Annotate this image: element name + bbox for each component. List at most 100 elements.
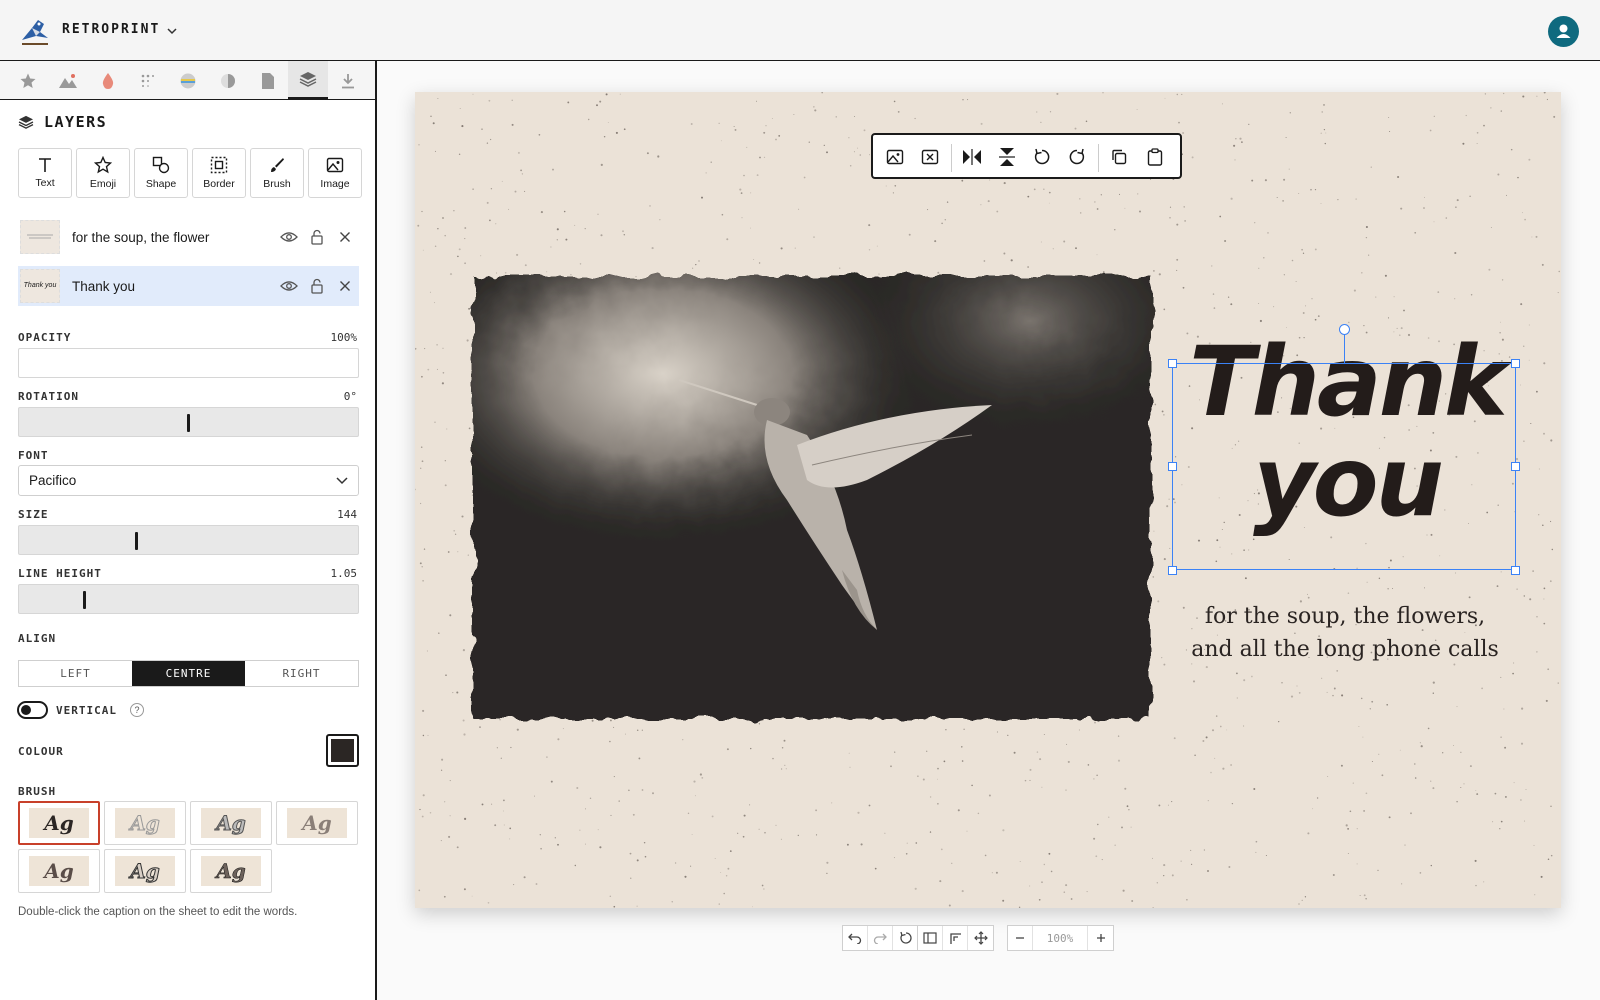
drop-icon bbox=[102, 72, 114, 89]
panel-toggle-icon[interactable] bbox=[918, 926, 943, 950]
add-shape-button[interactable]: Shape bbox=[134, 148, 188, 198]
resize-handle[interactable] bbox=[1168, 566, 1177, 575]
rotation-slider-thumb[interactable] bbox=[187, 414, 190, 432]
download-icon bbox=[342, 73, 354, 88]
add-brush-button[interactable]: Brush bbox=[250, 148, 304, 198]
zoom-in-icon[interactable] bbox=[1088, 926, 1113, 950]
colour-label: COLOUR bbox=[18, 745, 64, 758]
opacity-label: OPACITY bbox=[18, 331, 72, 344]
paper-sheet[interactable]: Thank you for the soup, the flowers, and… bbox=[415, 92, 1561, 908]
flip-vertical-icon[interactable] bbox=[996, 146, 1018, 168]
vertical-toggle[interactable] bbox=[17, 701, 48, 719]
add-border-button[interactable]: Border bbox=[192, 148, 246, 198]
brush-option[interactable]: Ag bbox=[276, 801, 358, 845]
eye-icon[interactable] bbox=[275, 231, 303, 243]
brush-option[interactable]: Ag bbox=[18, 849, 100, 893]
undo-icon[interactable] bbox=[843, 926, 868, 950]
rotate-right-icon[interactable] bbox=[1066, 146, 1088, 168]
layer-thumbnail bbox=[20, 220, 60, 254]
reset-icon[interactable] bbox=[893, 926, 918, 950]
tab-colour[interactable] bbox=[168, 61, 208, 100]
tab-export[interactable] bbox=[328, 61, 368, 100]
add-image-button[interactable]: Image bbox=[308, 148, 362, 198]
size-slider[interactable] bbox=[18, 525, 359, 555]
bird-logo-icon[interactable] bbox=[18, 14, 52, 48]
brush-option[interactable]: Ag bbox=[18, 801, 100, 845]
tab-layers[interactable] bbox=[288, 61, 328, 100]
eye-icon[interactable] bbox=[275, 280, 303, 292]
help-icon[interactable]: ? bbox=[130, 703, 144, 717]
line-height-slider-thumb[interactable] bbox=[83, 591, 86, 609]
opacity-slider[interactable] bbox=[18, 348, 359, 378]
align-label: ALIGN bbox=[18, 632, 57, 645]
brush-option[interactable]: Ag bbox=[104, 801, 186, 845]
zoom-out-icon[interactable] bbox=[1008, 926, 1033, 950]
chevron-down-icon[interactable] bbox=[166, 25, 178, 37]
tab-contrast[interactable] bbox=[208, 61, 248, 100]
caption-text[interactable]: for the soup, the flowers, and all the l… bbox=[1160, 600, 1530, 666]
chevron-down-icon bbox=[336, 477, 348, 485]
selection-box[interactable] bbox=[1172, 363, 1516, 570]
close-icon[interactable] bbox=[331, 231, 359, 243]
vertical-label: VERTICAL bbox=[56, 704, 117, 717]
rotation-label: ROTATION bbox=[18, 390, 79, 403]
user-avatar[interactable] bbox=[1548, 16, 1579, 47]
zoom-level: 100% bbox=[1033, 926, 1088, 950]
align-right-button[interactable]: RIGHT bbox=[245, 661, 358, 686]
brand-name[interactable]: RETROPRINT bbox=[62, 22, 160, 37]
clipboard-icon[interactable] bbox=[1144, 146, 1166, 168]
align-centre-button[interactable]: CENTRE bbox=[132, 661, 245, 686]
duplicate-icon[interactable] bbox=[1108, 146, 1130, 168]
hummingbird-image bbox=[473, 276, 1151, 719]
hummingbird-photo[interactable] bbox=[467, 270, 1157, 725]
layers-title: LAYERS bbox=[44, 113, 108, 131]
floating-toolbar bbox=[871, 133, 1182, 179]
brush-option[interactable]: Ag bbox=[104, 849, 186, 893]
brush-option[interactable]: Ag bbox=[190, 849, 272, 893]
align-left-button[interactable]: LEFT bbox=[19, 661, 132, 686]
brush-label: BRUSH bbox=[18, 785, 57, 798]
brush-option[interactable]: Ag bbox=[190, 801, 272, 845]
tab-favourites[interactable] bbox=[8, 61, 48, 100]
add-text-button[interactable]: Text bbox=[18, 148, 72, 198]
layers-heading: LAYERS bbox=[18, 113, 107, 131]
remove-image-icon[interactable] bbox=[919, 146, 941, 168]
crop-icon[interactable] bbox=[943, 926, 968, 950]
close-icon[interactable] bbox=[331, 280, 359, 292]
size-slider-thumb[interactable] bbox=[135, 532, 138, 550]
rotate-handle[interactable] bbox=[1339, 324, 1350, 335]
rotate-left-icon[interactable] bbox=[1031, 146, 1053, 168]
border-icon bbox=[210, 156, 228, 174]
star-icon bbox=[20, 73, 36, 88]
font-select[interactable]: Pacifico bbox=[18, 465, 359, 496]
line-height-slider[interactable] bbox=[18, 584, 359, 614]
add-emoji-button[interactable]: Emoji bbox=[76, 148, 130, 198]
canvas-area: Thank you for the soup, the flowers, and… bbox=[377, 61, 1600, 1000]
layer-name: for the soup, the flower bbox=[72, 229, 210, 245]
unlock-icon[interactable] bbox=[303, 278, 331, 294]
move-icon[interactable] bbox=[968, 926, 993, 950]
resize-handle[interactable] bbox=[1511, 566, 1520, 575]
font-select-value: Pacifico bbox=[29, 473, 77, 488]
resize-handle[interactable] bbox=[1511, 462, 1520, 471]
rotation-stem bbox=[1344, 332, 1345, 363]
rotation-slider[interactable] bbox=[18, 407, 359, 437]
resize-handle[interactable] bbox=[1168, 359, 1177, 368]
replace-image-icon[interactable] bbox=[884, 146, 906, 168]
flip-horizontal-icon[interactable] bbox=[961, 146, 983, 168]
font-label: FONT bbox=[18, 449, 49, 462]
tab-scene[interactable] bbox=[48, 61, 88, 100]
resize-handle[interactable] bbox=[1511, 359, 1520, 368]
tab-paper[interactable] bbox=[248, 61, 288, 100]
tab-halftone[interactable] bbox=[128, 61, 168, 100]
layer-row-selected[interactable]: Thank you Thank you bbox=[18, 266, 359, 306]
tab-ink[interactable] bbox=[88, 61, 128, 100]
size-value: 144 bbox=[337, 508, 357, 521]
colour-swatch[interactable] bbox=[326, 734, 359, 767]
redo-icon[interactable] bbox=[868, 926, 893, 950]
app-header: RETROPRINT bbox=[0, 0, 1600, 61]
layer-row[interactable]: for the soup, the flower bbox=[18, 217, 359, 257]
resize-handle[interactable] bbox=[1168, 462, 1177, 471]
user-icon bbox=[1556, 24, 1571, 38]
unlock-icon[interactable] bbox=[303, 229, 331, 245]
